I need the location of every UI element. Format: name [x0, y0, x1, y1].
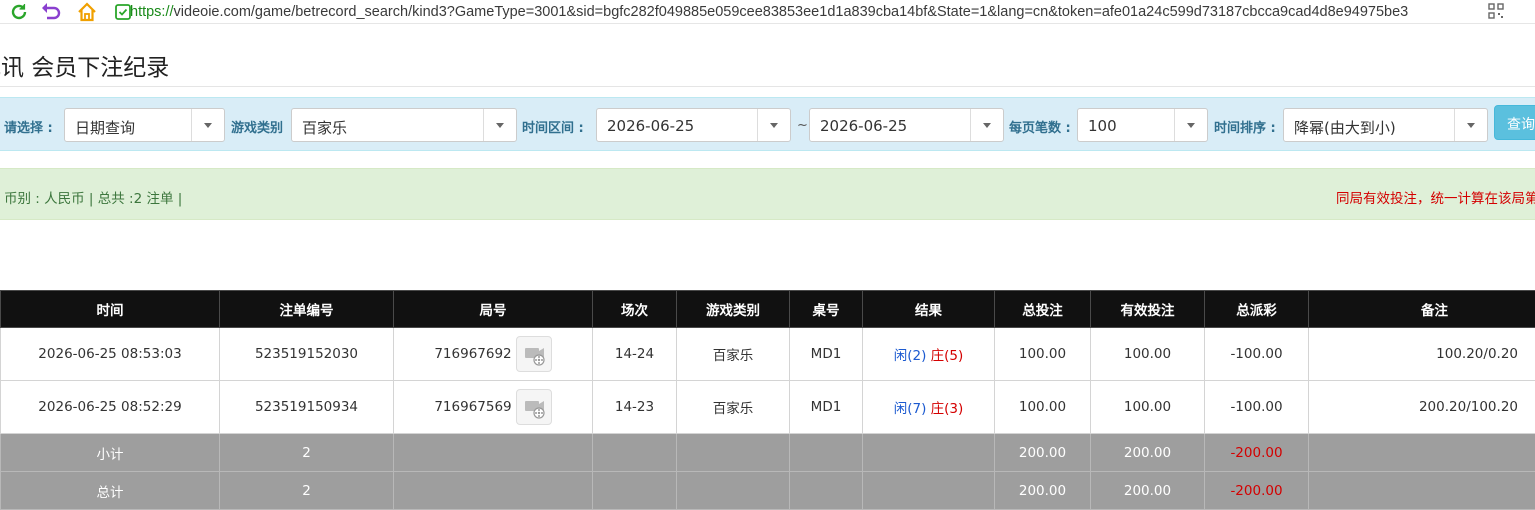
- undo-icon[interactable]: [40, 1, 62, 23]
- header-table-no[interactable]: 桌号: [790, 291, 863, 328]
- header-valid-bet[interactable]: 有效投注: [1091, 291, 1205, 328]
- video-replay-icon[interactable]: [516, 389, 552, 425]
- page-title: 视讯 会员下注纪录: [0, 48, 169, 82]
- cell-time: 2026-06-25 08:53:03: [1, 328, 220, 381]
- cell-table-no: MD1: [790, 381, 863, 434]
- header-payout[interactable]: 总派彩: [1205, 291, 1309, 328]
- table-header-row: 时间 注单编号 局号 场次 游戏类别 桌号 结果 总投注 有效投注 总派彩 备注: [1, 291, 1535, 328]
- cell-valid-bet: 100.00: [1091, 381, 1205, 434]
- header-session[interactable]: 场次: [593, 291, 677, 328]
- per-page-select[interactable]: 100: [1077, 108, 1208, 142]
- result-player: 闲(7): [894, 401, 927, 417]
- game-type-label: 游戏类别: [231, 117, 283, 136]
- chevron-down-icon: [1454, 109, 1487, 141]
- chevron-down-icon: [191, 109, 224, 141]
- header-time[interactable]: 时间: [1, 291, 220, 328]
- browser-toolbar: https://videoie.com/game/betrecord_searc…: [0, 0, 1535, 24]
- query-button[interactable]: 查询: [1494, 105, 1535, 140]
- home-icon[interactable]: [76, 1, 98, 23]
- title-divider: [0, 86, 1535, 87]
- bet-records-table: 时间 注单编号 局号 场次 游戏类别 桌号 结果 总投注 有效投注 总派彩 备注…: [0, 290, 1535, 510]
- game-type-value: 百家乐: [302, 117, 347, 138]
- url-protocol: https://: [130, 4, 174, 20]
- time-range-label: 时间区间 :: [522, 117, 584, 136]
- header-order-no[interactable]: 注单编号: [220, 291, 394, 328]
- cell-session: 14-24: [593, 328, 677, 381]
- header-result[interactable]: 结果: [863, 291, 995, 328]
- cell-time: 2026-06-25 08:52:29: [1, 381, 220, 434]
- chevron-down-icon: [1174, 109, 1207, 141]
- subtotal-valid-bet: 200.00: [1091, 434, 1205, 472]
- sort-label: 时间排序 :: [1214, 117, 1276, 136]
- table-row: 2026-06-25 08:52:29 523519150934 7169675…: [1, 381, 1535, 434]
- round-no-text: 716967569: [434, 399, 511, 415]
- sort-value: 降幂(由大到小): [1294, 117, 1396, 138]
- game-type-select[interactable]: 百家乐: [291, 108, 517, 142]
- date-to-select[interactable]: 2026-06-25: [809, 108, 1004, 142]
- subtotal-row: 小计 2 200.00 200.00 -200.00: [1, 434, 1535, 472]
- cell-remark: 100.20/0.20: [1309, 328, 1535, 381]
- summary-alert: 币别 : 人民币 | 总共 :2 注单 | 同局有效投注，统一计算在该局第一笔注…: [0, 168, 1535, 220]
- chevron-down-icon: [483, 109, 516, 141]
- result-player: 闲(2): [894, 348, 927, 364]
- round-no-text: 716967692: [434, 346, 511, 362]
- header-game-type[interactable]: 游戏类别: [677, 291, 790, 328]
- range-separator: ~: [797, 118, 808, 133]
- query-mode-select[interactable]: 日期查询: [64, 108, 225, 142]
- header-round-no[interactable]: 局号: [394, 291, 593, 328]
- cell-round-no: 716967569: [394, 381, 593, 434]
- subtotal-count: 2: [220, 434, 394, 472]
- result-banker: 庄(5): [931, 348, 964, 364]
- per-page-label: 每页笔数 :: [1009, 117, 1071, 136]
- url-path: videoie.com/game/betrecord_search/kind3?…: [174, 4, 1409, 20]
- date-to-value: 2026-06-25: [820, 117, 907, 135]
- subtotal-total-bet: 200.00: [995, 434, 1091, 472]
- date-from-select[interactable]: 2026-06-25: [596, 108, 791, 142]
- cell-game: 百家乐: [677, 328, 790, 381]
- summary-text: 币别 : 人民币 | 总共 :2 注单 |: [4, 187, 182, 207]
- address-bar[interactable]: https://videoie.com/game/betrecord_searc…: [130, 1, 1408, 23]
- cell-result: 闲(7) 庄(3): [863, 381, 995, 434]
- cell-result: 闲(2) 庄(5): [863, 328, 995, 381]
- select-label: 请选择 :: [4, 117, 53, 136]
- cell-order-no: 523519150934: [220, 381, 394, 434]
- cell-game: 百家乐: [677, 381, 790, 434]
- cell-total-bet: 100.00: [995, 381, 1091, 434]
- refresh-icon[interactable]: [8, 1, 30, 23]
- chevron-down-icon: [970, 109, 1003, 141]
- cell-payout: -100.00: [1205, 381, 1309, 434]
- filter-bar: 请选择 : 日期查询 游戏类别 百家乐 时间区间 : 2026-06-25 ~ …: [0, 97, 1535, 151]
- header-total-bet[interactable]: 总投注: [995, 291, 1091, 328]
- date-from-value: 2026-06-25: [607, 117, 694, 135]
- header-remark[interactable]: 备注: [1309, 291, 1535, 328]
- subtotal-label: 小计: [1, 434, 220, 472]
- cell-total-bet: 100.00: [995, 328, 1091, 381]
- cell-payout: -100.00: [1205, 328, 1309, 381]
- chevron-down-icon: [757, 109, 790, 141]
- sort-select[interactable]: 降幂(由大到小): [1283, 108, 1488, 142]
- cell-order-no: 523519152030: [220, 328, 394, 381]
- cell-remark: 200.20/100.20: [1309, 381, 1535, 434]
- subtotal-payout: -200.00: [1205, 434, 1309, 472]
- table-row: 2026-06-25 08:53:03 523519152030 7169676…: [1, 328, 1535, 381]
- notice-text: 同局有效投注，统一计算在该局第一笔注单: [1336, 187, 1535, 207]
- cell-round-no: 716967692: [394, 328, 593, 381]
- result-banker: 庄(3): [931, 401, 964, 417]
- cell-valid-bet: 100.00: [1091, 328, 1205, 381]
- query-mode-value: 日期查询: [75, 117, 135, 138]
- qr-code-icon[interactable]: [1488, 3, 1504, 23]
- per-page-value: 100: [1088, 117, 1117, 135]
- cell-session: 14-23: [593, 381, 677, 434]
- video-replay-icon[interactable]: [516, 336, 552, 372]
- cell-table-no: MD1: [790, 328, 863, 381]
